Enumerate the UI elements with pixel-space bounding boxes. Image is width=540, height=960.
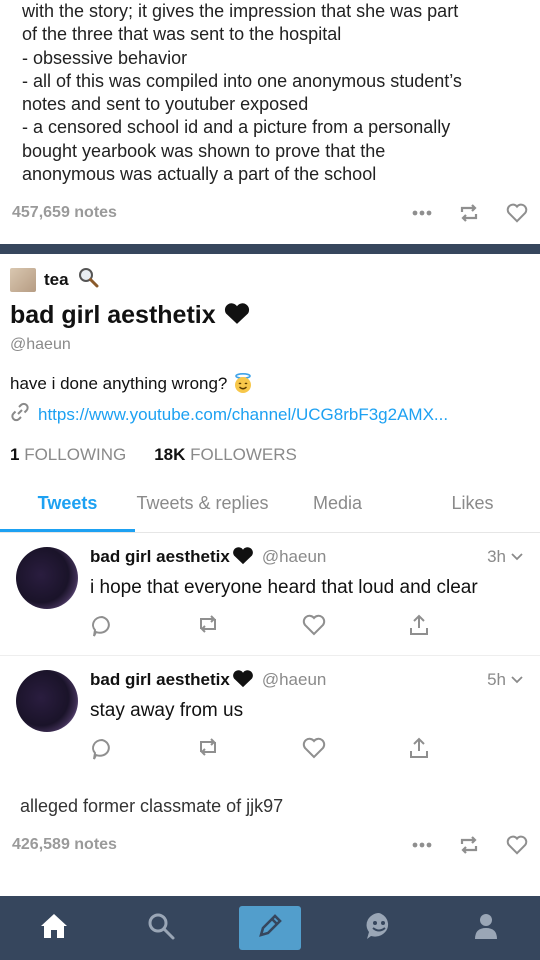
reply-icon[interactable] bbox=[90, 737, 114, 766]
post-text: with the story; it gives the impression … bbox=[0, 0, 540, 186]
notes-count[interactable]: 457,659 notes bbox=[12, 204, 117, 222]
like-icon[interactable] bbox=[302, 737, 326, 766]
post-line: - obsessive behavior bbox=[22, 47, 188, 68]
profile-name: bad girl aesthetix bbox=[10, 301, 530, 330]
blog-header: tea bbox=[10, 266, 530, 293]
post-line: - all of this was compiled into one anon… bbox=[22, 70, 462, 91]
share-dots-icon[interactable] bbox=[412, 210, 432, 216]
person-icon bbox=[471, 911, 501, 946]
avatar[interactable] bbox=[16, 547, 78, 610]
chevron-down-icon[interactable] bbox=[510, 670, 524, 690]
post-footer: 457,659 notes bbox=[0, 198, 540, 228]
avatar[interactable] bbox=[16, 670, 78, 733]
tweet[interactable]: bad girl aesthetix @haeun 3h i hope that… bbox=[0, 533, 540, 657]
followers-stat[interactable]: 18K FOLLOWERS bbox=[154, 445, 297, 465]
search-icon bbox=[146, 911, 176, 946]
profile-link-text[interactable]: https://www.youtube.com/channel/UCG8rbF3… bbox=[38, 405, 448, 425]
post-line: of the three that was sent to the hospit… bbox=[22, 24, 342, 45]
retweet-icon[interactable] bbox=[196, 614, 220, 643]
following-count: 1 bbox=[10, 445, 20, 465]
tweet-body: bad girl aesthetix @haeun 3h i hope that… bbox=[90, 547, 524, 643]
bio-text: have i done anything wrong? bbox=[10, 374, 228, 394]
tab-likes[interactable]: Likes bbox=[405, 481, 540, 532]
blog-name[interactable]: tea bbox=[44, 270, 69, 290]
pencil-icon bbox=[255, 911, 285, 946]
post-line: anonymous was actually a part of the sch… bbox=[22, 164, 377, 185]
notes-count[interactable]: 426,589 notes bbox=[12, 836, 117, 854]
post-line: - a censored school id and a picture fro… bbox=[22, 117, 451, 138]
tab-media[interactable]: Media bbox=[270, 481, 405, 532]
followers-count: 18K bbox=[154, 445, 186, 465]
twitter-screenshot: tea bad girl aesthetix @haeun have i don… bbox=[0, 254, 540, 778]
black-heart-icon bbox=[223, 301, 251, 329]
post-actions bbox=[412, 835, 528, 855]
bottom-nav bbox=[0, 896, 540, 960]
tweet-time: 3h bbox=[487, 547, 506, 567]
link-icon bbox=[10, 402, 30, 427]
tweet-text: i hope that everyone heard that loud and… bbox=[90, 577, 478, 599]
post-footer: 426,589 notes bbox=[0, 817, 540, 855]
share-icon[interactable] bbox=[408, 737, 430, 766]
black-heart-icon bbox=[230, 670, 254, 690]
reblog-icon[interactable] bbox=[458, 835, 480, 855]
profile-tabs: Tweets Tweets & replies Media Likes bbox=[0, 481, 540, 534]
nav-compose[interactable] bbox=[238, 906, 301, 950]
black-heart-icon bbox=[230, 547, 254, 567]
tweet-time-group: 5h bbox=[487, 670, 524, 690]
heart-icon[interactable] bbox=[506, 835, 528, 855]
smiley-icon bbox=[363, 910, 395, 947]
share-dots-icon[interactable] bbox=[412, 842, 432, 848]
nav-account[interactable] bbox=[456, 906, 516, 950]
tweet-header: bad girl aesthetix @haeun 3h bbox=[90, 547, 524, 567]
nav-home[interactable] bbox=[24, 906, 84, 950]
profile-handle: @haeun bbox=[10, 336, 71, 354]
tweet[interactable]: bad girl aesthetix @haeun 5h stay away f… bbox=[0, 656, 540, 778]
follow-stats: 1 FOLLOWING 18K FOLLOWERS bbox=[10, 445, 530, 465]
post-actions bbox=[412, 203, 528, 223]
home-icon bbox=[39, 911, 69, 946]
tweet-actions bbox=[90, 737, 430, 766]
post-line: bought yearbook was shown to prove that … bbox=[22, 140, 386, 161]
tab-tweets-replies[interactable]: Tweets & replies bbox=[135, 481, 270, 532]
tweet-body: bad girl aesthetix @haeun 5h stay away f… bbox=[90, 670, 524, 766]
angel-emoji-icon bbox=[232, 373, 254, 394]
heart-icon[interactable] bbox=[506, 203, 528, 223]
post-line: notes and sent to youtuber exposed bbox=[22, 94, 309, 115]
reblog-icon[interactable] bbox=[458, 203, 480, 223]
reply-icon[interactable] bbox=[90, 614, 114, 643]
tab-tweets[interactable]: Tweets bbox=[0, 481, 135, 533]
followers-label: FOLLOWERS bbox=[190, 445, 297, 465]
magnifier-icon bbox=[77, 266, 99, 293]
tweet-handle[interactable]: @haeun bbox=[262, 547, 327, 567]
like-icon[interactable] bbox=[302, 614, 326, 643]
tweet-time: 5h bbox=[487, 670, 506, 690]
share-icon[interactable] bbox=[408, 614, 430, 643]
profile-display-name: bad girl aesthetix bbox=[10, 301, 216, 330]
post-caption: alleged former classmate of jjk97 bbox=[20, 796, 284, 817]
nav-search[interactable] bbox=[131, 906, 191, 950]
retweet-icon[interactable] bbox=[196, 737, 220, 766]
nav-activity[interactable] bbox=[349, 906, 409, 950]
tweet-header: bad girl aesthetix @haeun 5h bbox=[90, 670, 524, 690]
tweet-handle[interactable]: @haeun bbox=[262, 670, 327, 690]
profile-link[interactable]: https://www.youtube.com/channel/UCG8rbF3… bbox=[10, 402, 530, 427]
tweet-time-group: 3h bbox=[487, 547, 524, 567]
following-label: FOLLOWING bbox=[24, 445, 127, 465]
post-divider bbox=[0, 244, 540, 255]
post-line: with the story; it gives the impression … bbox=[22, 1, 459, 21]
tweet-author[interactable]: bad girl aesthetix bbox=[90, 670, 230, 690]
tweet-author[interactable]: bad girl aesthetix bbox=[90, 547, 230, 567]
following-stat[interactable]: 1 FOLLOWING bbox=[10, 445, 126, 465]
blog-avatar[interactable] bbox=[10, 267, 36, 292]
tweet-text: stay away from us bbox=[90, 700, 244, 722]
chevron-down-icon[interactable] bbox=[510, 547, 524, 567]
profile-bio: have i done anything wrong? bbox=[10, 372, 530, 394]
tweet-actions bbox=[90, 614, 430, 643]
